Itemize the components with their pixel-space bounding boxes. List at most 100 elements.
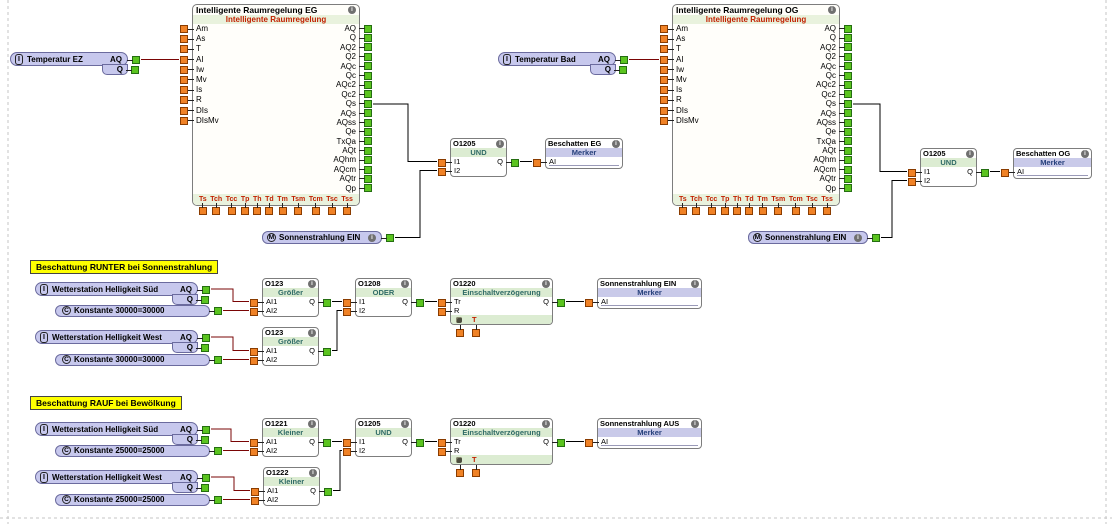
output-pin[interactable]: [359, 137, 372, 146]
temp-pin[interactable]: [265, 203, 274, 215]
info-icon[interactable]: i: [308, 328, 316, 337]
output-pin[interactable]: [359, 174, 372, 183]
q-output-pin[interactable]: [196, 296, 209, 304]
logic-block-groesser-2[interactable]: O123 i Größer AI1 Q AI2: [250, 327, 331, 366]
input-pin[interactable]: [180, 96, 194, 105]
output-pin[interactable]: [209, 496, 222, 504]
output-pin-q[interactable]: [318, 438, 331, 447]
input-pin[interactable]: [180, 65, 194, 74]
merker-block-beschatten-og[interactable]: Beschatten OG i Merker AI: [1001, 148, 1092, 179]
logic-block-kleiner-1[interactable]: O1221 i Kleiner AI1 Q AI2: [250, 418, 331, 457]
input-pin[interactable]: [180, 25, 194, 33]
output-pin[interactable]: [839, 127, 852, 136]
temp-pin[interactable]: [823, 203, 832, 215]
info-icon[interactable]: i: [691, 279, 699, 288]
info-icon[interactable]: i: [368, 233, 376, 242]
wire-digital[interactable]: [332, 310, 342, 351]
input-pin[interactable]: [660, 35, 674, 44]
temp-pin[interactable]: [745, 203, 754, 215]
output-pin[interactable]: [359, 146, 372, 155]
constant-25000-a[interactable]: C Konstante 25000=25000: [55, 444, 222, 457]
wire-digital[interactable]: [881, 180, 907, 238]
logic-block-einschaltverzoegerung-2[interactable]: O1220 i Einschaltverzögerung Tr Q R T: [438, 418, 565, 477]
merker-ref-sonnenstrahlung-ein-left[interactable]: M Sonnenstrahlung EIN i: [262, 231, 394, 244]
input-pin-tr[interactable]: [438, 298, 452, 307]
info-icon[interactable]: i: [401, 279, 409, 288]
output-pin[interactable]: [359, 90, 372, 99]
input-pin-i1[interactable]: [343, 438, 357, 447]
output-pin[interactable]: [839, 174, 852, 183]
input-pin-ai2[interactable]: [250, 447, 264, 456]
output-pin[interactable]: [359, 52, 372, 61]
logic-block-und-og[interactable]: O1205 i UND I1 Q I2: [908, 148, 989, 187]
param-pin-timer[interactable]: [456, 465, 464, 477]
logic-block-kleiner-2[interactable]: O1222 i Kleiner AI1 Q AI2: [251, 467, 332, 506]
input-pin-ai1[interactable]: [250, 298, 264, 307]
output-pin[interactable]: [359, 62, 372, 71]
merker-ref-sonnenstrahlung-ein-right[interactable]: M Sonnenstrahlung EIN i: [748, 231, 880, 244]
output-pin[interactable]: [839, 118, 852, 127]
wire-digital[interactable]: [853, 103, 907, 172]
output-pin-q[interactable]: [552, 298, 565, 307]
input-pin-ai2[interactable]: [250, 356, 264, 365]
input-pin-i1[interactable]: [343, 298, 357, 307]
input-pin[interactable]: [660, 75, 674, 84]
input-pin[interactable]: [660, 45, 674, 54]
output-pin[interactable]: [359, 43, 372, 52]
temp-pin[interactable]: [278, 203, 287, 215]
constant-25000-b[interactable]: C Konstante 25000=25000: [55, 493, 222, 506]
output-pin-q[interactable]: [411, 438, 424, 447]
wire-digital[interactable]: [373, 103, 437, 162]
output-pin-q[interactable]: [976, 168, 989, 177]
info-icon[interactable]: i: [309, 468, 317, 477]
analog-input-wetterstation-west-2[interactable]: I Wetterstation Helligkeit West AQ Q: [35, 470, 210, 493]
temp-pin[interactable]: [343, 203, 352, 215]
output-pin[interactable]: [359, 156, 372, 165]
output-pin[interactable]: [381, 234, 394, 242]
info-icon[interactable]: i: [308, 419, 316, 428]
input-pin-ai2[interactable]: [250, 307, 264, 316]
info-icon[interactable]: i: [854, 233, 862, 242]
wire-analog[interactable]: [211, 336, 249, 351]
output-pin-q[interactable]: [506, 158, 519, 167]
temp-pin[interactable]: [253, 203, 262, 215]
temp-pin[interactable]: [198, 203, 207, 215]
input-pin[interactable]: [660, 65, 674, 74]
input-pin-tr[interactable]: [438, 438, 452, 447]
temp-pin[interactable]: [733, 203, 742, 215]
output-pin[interactable]: [839, 137, 852, 146]
output-pin[interactable]: [839, 146, 852, 155]
output-pin-q[interactable]: [318, 298, 331, 307]
input-pin-i1[interactable]: [908, 168, 922, 177]
temp-pin[interactable]: [808, 203, 817, 215]
output-pin[interactable]: [839, 81, 852, 90]
logic-block-einschaltverzoegerung-1[interactable]: O1220 i Einschaltverzögerung Tr Q R T: [438, 278, 565, 337]
logic-block-und-eg[interactable]: O1205 i UND I1 Q I2: [438, 138, 519, 177]
output-pin[interactable]: [839, 90, 852, 99]
output-pin[interactable]: [359, 127, 372, 136]
input-pin[interactable]: [660, 25, 674, 33]
info-icon[interactable]: i: [308, 279, 316, 288]
param-pin-t[interactable]: [472, 465, 480, 477]
temp-pin[interactable]: [774, 203, 783, 215]
aq-output-pin[interactable]: [127, 56, 140, 64]
q-output-pin[interactable]: [196, 484, 209, 492]
output-pin[interactable]: [839, 34, 852, 43]
input-pin-i2[interactable]: [908, 177, 922, 186]
param-pin-timer[interactable]: [456, 325, 464, 337]
output-pin[interactable]: [359, 81, 372, 90]
input-pin[interactable]: [180, 75, 194, 84]
input-pin-i2[interactable]: [438, 167, 452, 176]
aq-output-pin[interactable]: [197, 426, 210, 434]
wire-digital[interactable]: [333, 450, 342, 491]
aq-output-pin[interactable]: [197, 334, 210, 342]
output-pin[interactable]: [359, 184, 372, 193]
input-pin-ai1[interactable]: [251, 487, 265, 496]
input-pin-i1[interactable]: [438, 158, 452, 167]
info-icon[interactable]: i: [401, 419, 409, 428]
output-pin[interactable]: [359, 165, 372, 174]
input-pin[interactable]: [180, 116, 194, 125]
info-icon[interactable]: i: [691, 419, 699, 428]
output-pin[interactable]: [359, 109, 372, 118]
output-pin[interactable]: [359, 34, 372, 43]
